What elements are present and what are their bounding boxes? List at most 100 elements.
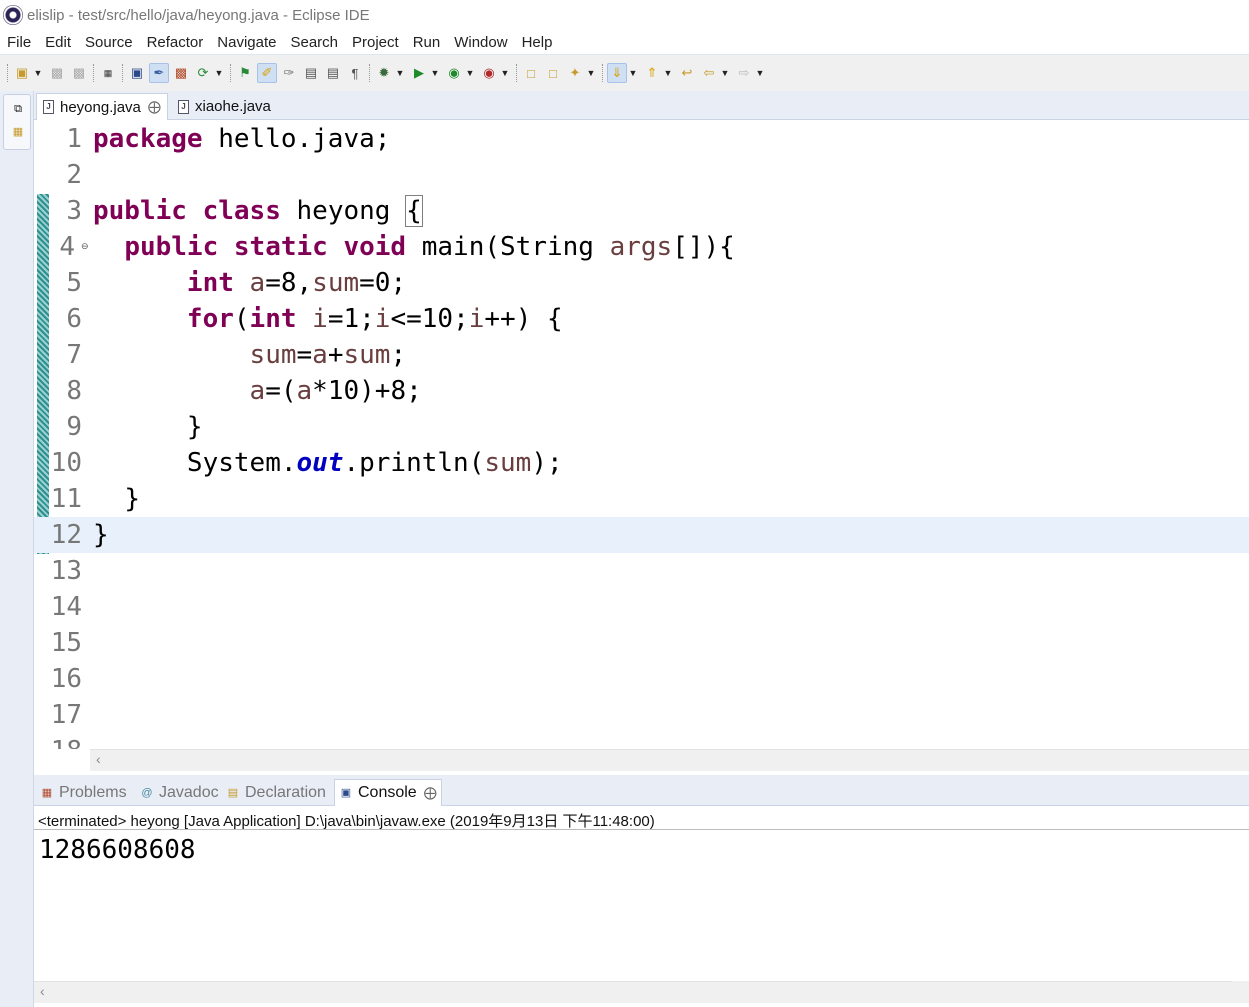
copy-icon[interactable]: ▤ [301, 63, 321, 83]
menu-project[interactable]: Project [345, 34, 406, 51]
fold-collapse-icon[interactable]: ⊖ [81, 241, 89, 252]
line-number: 7 [66, 340, 82, 370]
open-type-icon[interactable]: ⚑ [235, 63, 255, 83]
external-tools-dropdown-icon[interactable]: ▼ [500, 68, 510, 78]
window-title: elislip - test/src/hello/java/heyong.jav… [27, 6, 370, 24]
run-icon[interactable]: ▶ [409, 63, 429, 83]
new-icon[interactable]: ▣ [12, 63, 32, 83]
last-edit-icon[interactable]: ↩ [677, 63, 697, 83]
save-icon[interactable]: ▩ [47, 63, 67, 83]
line-number: 2 [66, 160, 82, 190]
menu-refactor[interactable]: Refactor [140, 34, 211, 51]
code-editor[interactable]: 1 package hello.java; 2 3 public class h… [34, 121, 1249, 749]
code-line: 9 } [34, 409, 1249, 445]
code-line: 4 ⊖ public static void main(String args[… [34, 229, 1249, 265]
package-explorer-icon[interactable]: ▦ [11, 125, 25, 139]
code-line: 10 System.out.println(sum); [34, 445, 1249, 481]
back-icon[interactable]: ⇦ [699, 63, 719, 83]
code-line: 7 sum=a+sum; [34, 337, 1249, 373]
wand-icon[interactable]: ✦ [565, 63, 585, 83]
menu-run[interactable]: Run [406, 34, 448, 51]
tab-xiaohe-java[interactable]: J xiaohe.java [172, 93, 277, 120]
line-number: 10 [50, 448, 82, 478]
menu-search[interactable]: Search [283, 34, 345, 51]
tab-label: xiaohe.java [195, 98, 271, 115]
tab-javadoc[interactable]: @ Javadoc [136, 779, 223, 806]
coverage-icon[interactable]: ◉ [444, 63, 464, 83]
scroll-left-icon[interactable]: ‹ [40, 983, 45, 999]
wand-dropdown-icon[interactable]: ▼ [586, 68, 596, 78]
line-number: 8 [66, 376, 82, 406]
code-line: 17 [34, 697, 1249, 733]
java-file-icon: J [178, 99, 189, 114]
line-number: 6 [66, 304, 82, 334]
forward-dropdown-icon[interactable]: ▼ [755, 68, 765, 78]
editor-horizontal-scrollbar[interactable]: ‹ [90, 749, 1249, 771]
debug-dropdown-icon[interactable]: ▼ [395, 68, 405, 78]
scroll-left-icon[interactable]: ‹ [96, 751, 101, 767]
open-project-icon[interactable]: □ [543, 63, 563, 83]
forward-icon[interactable]: ⇨ [734, 63, 754, 83]
menu-edit[interactable]: Edit [38, 34, 78, 51]
open-folder-icon[interactable]: □ [521, 63, 541, 83]
line-number: 12 [50, 520, 82, 550]
menu-source[interactable]: Source [78, 34, 140, 51]
console-status-line: <terminated> heyong [Java Application] D… [38, 813, 655, 830]
next-annotation-dropdown-icon[interactable]: ▼ [628, 68, 638, 78]
tab-heyong-java[interactable]: J heyong.java ⨁ [36, 93, 168, 120]
previous-annotation-dropdown-icon[interactable]: ▼ [663, 68, 673, 78]
menu-window[interactable]: Window [447, 34, 514, 51]
panel-tab-bar: ▦ Problems @ Javadoc ▤ Declaration ▣ Con… [34, 775, 1249, 806]
tab-declaration[interactable]: ▤ Declaration [222, 779, 330, 806]
terminal-icon[interactable]: ▣ [127, 63, 147, 83]
document-icon[interactable]: ▤ [323, 63, 343, 83]
mark-occurrences-icon[interactable]: ✒ [149, 63, 169, 83]
debug-icon[interactable]: ✹ [374, 63, 394, 83]
editor-tab-bar: J heyong.java ⨁ J xiaohe.java [34, 91, 1249, 120]
refresh-icon[interactable]: ⟳ [193, 63, 213, 83]
line-number: 11 [50, 484, 82, 514]
package-icon[interactable]: ▩ [171, 63, 191, 83]
coverage-dropdown-icon[interactable]: ▼ [465, 68, 475, 78]
paragraph-icon[interactable]: ¶ [345, 63, 365, 83]
console-output[interactable]: 1286608608 [39, 835, 196, 865]
highlight-icon[interactable]: ✐ [257, 63, 277, 83]
matching-brace: { [405, 195, 423, 227]
toolbar-separator [230, 64, 231, 82]
tab-console[interactable]: ▣ Console ⨁ [334, 779, 442, 806]
tab-label: Problems [59, 783, 127, 801]
previous-annotation-icon[interactable]: ⇑ [642, 63, 662, 83]
code-text: public class heyong { [93, 195, 423, 227]
left-trim-bar: ⧉ ▦ [0, 91, 34, 1007]
external-tools-icon[interactable]: ◉ [479, 63, 499, 83]
close-icon[interactable]: ⨁ [424, 785, 437, 801]
menu-file[interactable]: File [0, 34, 38, 51]
restore-icon[interactable]: ⧉ [11, 103, 25, 117]
tab-problems[interactable]: ▦ Problems [36, 779, 131, 806]
console-horizontal-scrollbar[interactable]: ‹ [34, 981, 1232, 1003]
code-line: 2 [34, 157, 1249, 193]
title-bar: elislip - test/src/hello/java/heyong.jav… [0, 0, 1249, 30]
binary-icon[interactable]: ▦ [98, 63, 118, 83]
code-line: 1 package hello.java; [34, 121, 1249, 157]
refresh-dropdown-icon[interactable]: ▼ [214, 68, 224, 78]
code-text: System.out.println(sum); [186, 448, 563, 478]
new-dropdown-icon[interactable]: ▼ [33, 68, 43, 78]
run-dropdown-icon[interactable]: ▼ [430, 68, 440, 78]
line-number: 3 [66, 196, 82, 226]
editor-area: J heyong.java ⨁ J xiaohe.java 1 package … [34, 91, 1249, 773]
line-number: 18 [34, 733, 82, 749]
back-dropdown-icon[interactable]: ▼ [720, 68, 730, 78]
code-line: 14 [34, 589, 1249, 625]
line-number: 15 [50, 628, 82, 658]
tab-label: Declaration [245, 783, 326, 801]
menu-help[interactable]: Help [515, 34, 560, 51]
line-number: 13 [50, 556, 82, 586]
menu-navigate[interactable]: Navigate [210, 34, 283, 51]
edit-icon[interactable]: ✑ [279, 63, 299, 83]
code-text: package hello.java; [93, 124, 391, 154]
next-annotation-icon[interactable]: ⇓ [607, 63, 627, 83]
close-icon[interactable]: ⨁ [148, 99, 161, 115]
code-text: int a=8,sum=0; [186, 268, 407, 298]
save-all-icon[interactable]: ▩ [69, 63, 89, 83]
